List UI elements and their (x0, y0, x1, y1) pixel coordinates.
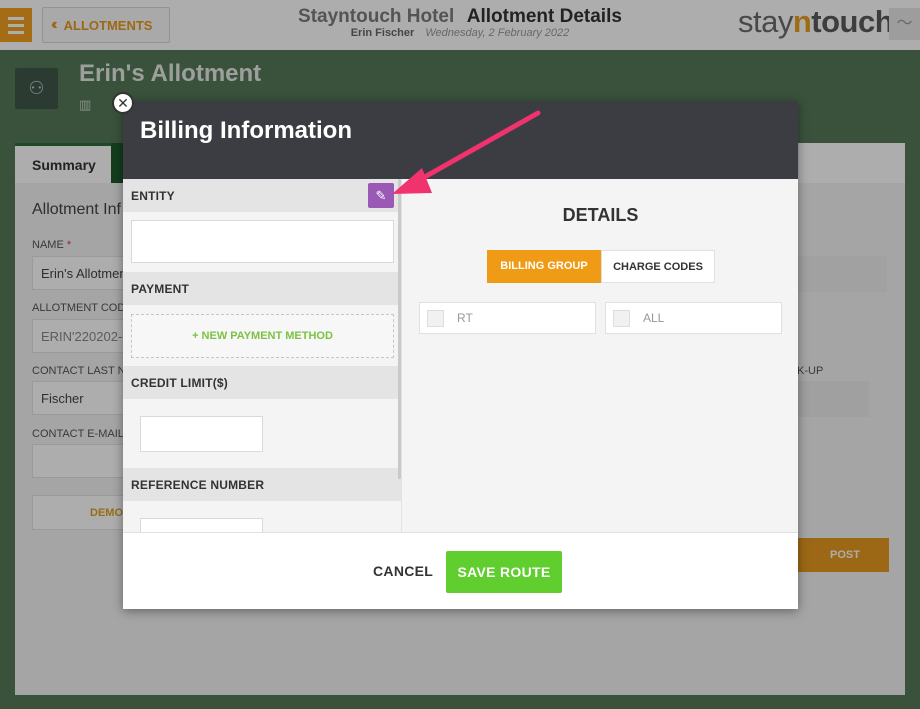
checkbox[interactable] (613, 309, 630, 327)
details-pane: DETAILS BILLING GROUP CHARGE CODES RT AL… (401, 179, 798, 532)
payment-header: PAYMENT (123, 272, 401, 305)
reference-number-header: REFERENCE NUMBER (123, 468, 401, 501)
tab-billing-group[interactable]: BILLING GROUP (487, 250, 601, 283)
modal-header: Billing Information (123, 101, 798, 179)
save-route-button[interactable]: SAVE ROUTE (446, 551, 562, 593)
billing-information-modal: Billing Information ENTITY ✎ PAYMENT + N… (123, 101, 798, 609)
pencil-icon: ✎ (375, 188, 387, 203)
close-icon[interactable]: ✕ (112, 92, 134, 114)
modal-title: Billing Information (140, 117, 352, 144)
entity-header: ENTITY (123, 179, 401, 212)
billing-left-pane: ENTITY ✎ PAYMENT + NEW PAYMENT METHOD CR… (123, 179, 401, 532)
option-rt[interactable]: RT (419, 302, 596, 334)
edit-entity-button[interactable]: ✎ (368, 183, 394, 208)
details-tabs: BILLING GROUP CHARGE CODES (487, 250, 715, 283)
credit-limit-header: CREDIT LIMIT($) (123, 366, 401, 399)
cancel-button[interactable]: CANCEL (373, 563, 433, 579)
new-payment-method-button[interactable]: + NEW PAYMENT METHOD (131, 314, 394, 358)
option-all[interactable]: ALL (605, 302, 782, 334)
modal-footer: CANCEL SAVE ROUTE (123, 532, 798, 609)
reference-number-input[interactable] (140, 518, 263, 532)
details-title: DETAILS (562, 205, 639, 225)
checkbox[interactable] (427, 309, 444, 327)
option-label: RT (457, 311, 473, 325)
option-label: ALL (643, 311, 665, 325)
entity-field[interactable] (131, 220, 394, 263)
credit-limit-input[interactable] (140, 416, 263, 452)
tab-charge-codes[interactable]: CHARGE CODES (601, 250, 715, 283)
